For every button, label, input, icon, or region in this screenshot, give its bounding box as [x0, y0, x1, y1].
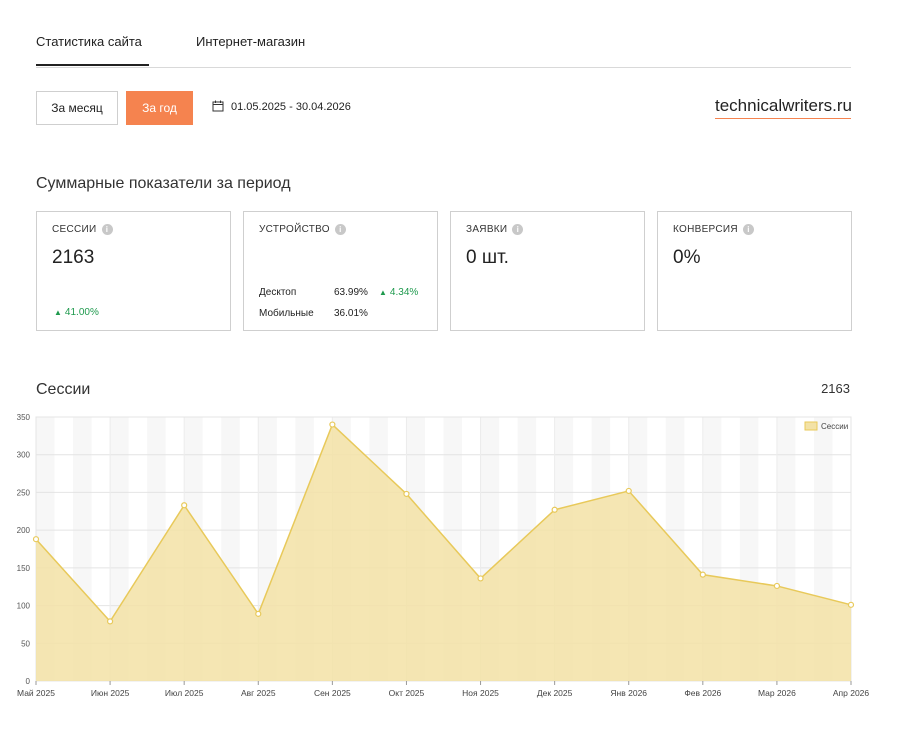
device-name: Десктоп	[259, 287, 297, 298]
data-point	[551, 506, 558, 513]
legend-swatch	[804, 421, 818, 431]
info-icon[interactable]: i	[334, 224, 346, 235]
requests-value: 0 шт.	[466, 247, 509, 268]
x-tick-label: Окт 2025	[389, 688, 425, 698]
legend-label: Сессии	[821, 422, 848, 431]
data-point	[329, 421, 336, 428]
sessions-card-label: СЕССИИ	[52, 224, 97, 235]
up-arrow-icon: ▲	[379, 288, 387, 297]
x-tick-label: Июл 2025	[165, 688, 204, 698]
device-name: Мобильные	[259, 308, 314, 319]
info-icon[interactable]: i	[742, 224, 754, 235]
data-point	[255, 610, 262, 617]
device-delta-value: 4.34%	[389, 287, 419, 298]
x-tick-label: Авг 2025	[241, 688, 276, 698]
y-tick-label: 250	[17, 488, 31, 497]
requests-card: ЗАЯВКИ i 0 шт.	[450, 211, 645, 331]
conversion-card: КОНВЕРСИЯ i 0%	[657, 211, 852, 331]
x-tick-label: Июн 2025	[91, 688, 130, 698]
data-point	[773, 582, 781, 590]
y-tick-label: 300	[17, 451, 31, 460]
data-point	[403, 490, 410, 498]
y-tick-label: 150	[17, 564, 31, 573]
x-tick-label: Фев 2026	[684, 688, 721, 698]
conversion-card-label: КОНВЕРСИЯ	[673, 224, 738, 235]
device-percent: 63.99%	[334, 287, 368, 298]
x-tick-label: Ноя 2025	[462, 688, 499, 698]
up-arrow-icon: ▲	[54, 308, 62, 317]
data-point	[847, 601, 855, 608]
period-year-button[interactable]: За год	[126, 91, 193, 125]
y-tick-label: 50	[21, 639, 30, 648]
data-point	[106, 618, 114, 625]
x-tick-label: Сен 2025	[314, 688, 351, 698]
tab-site-statistics[interactable]: Статистика сайта	[36, 34, 142, 49]
data-point	[625, 487, 632, 495]
y-tick-label: 100	[17, 602, 31, 611]
x-tick-label: Май 2025	[17, 688, 55, 698]
conversion-value: 0%	[673, 247, 701, 268]
calendar-icon[interactable]	[212, 100, 224, 112]
device-card-label: УСТРОЙСТВО	[259, 224, 330, 235]
x-tick-label: Апр 2026	[833, 688, 870, 698]
sessions-value: 2163	[52, 247, 95, 268]
y-tick-label: 200	[17, 526, 31, 535]
device-delta: ▲ 4.34%	[379, 287, 418, 298]
period-month-button[interactable]: За месяц	[36, 91, 118, 125]
y-tick-label: 350	[17, 413, 31, 422]
info-icon[interactable]: i	[101, 224, 113, 235]
chart-total: 2163	[821, 381, 850, 396]
sessions-card: СЕССИИ i 2163 ▲ 41.00%	[36, 211, 231, 331]
data-point	[181, 502, 188, 509]
active-tab-indicator	[36, 64, 149, 66]
x-tick-label: Дек 2025	[537, 688, 573, 698]
info-icon[interactable]: i	[512, 224, 524, 235]
brand-logo: technicalwriters.ru	[715, 96, 852, 119]
y-tick-label: 0	[26, 677, 31, 686]
x-tick-label: Мар 2026	[758, 688, 796, 698]
chart-title: Сессии	[36, 381, 91, 398]
device-percent: 36.01%	[334, 308, 368, 319]
tab-online-store[interactable]: Интернет-магазин	[196, 34, 305, 49]
sessions-chart: 0 50 100 150 200 250 300 350 Май 2025 Июн 2025 Июл…	[17, 413, 870, 698]
tab-bar: Статистика сайта Интернет-магазин	[36, 30, 851, 68]
summary-title: Суммарные показатели за период	[36, 175, 291, 192]
x-tick-label: Янв 2026	[610, 688, 647, 698]
sessions-delta: ▲ 41.00%	[54, 307, 99, 318]
data-point	[32, 536, 40, 543]
data-point	[699, 571, 706, 578]
date-range-text[interactable]: 01.05.2025 - 30.04.2026	[231, 101, 351, 113]
requests-card-label: ЗАЯВКИ	[466, 224, 508, 235]
sessions-delta-value: 41.00%	[64, 307, 99, 318]
data-point	[477, 575, 484, 582]
device-card: УСТРОЙСТВО i Десктоп 63.99% ▲ 4.34% Мобил…	[243, 211, 438, 331]
